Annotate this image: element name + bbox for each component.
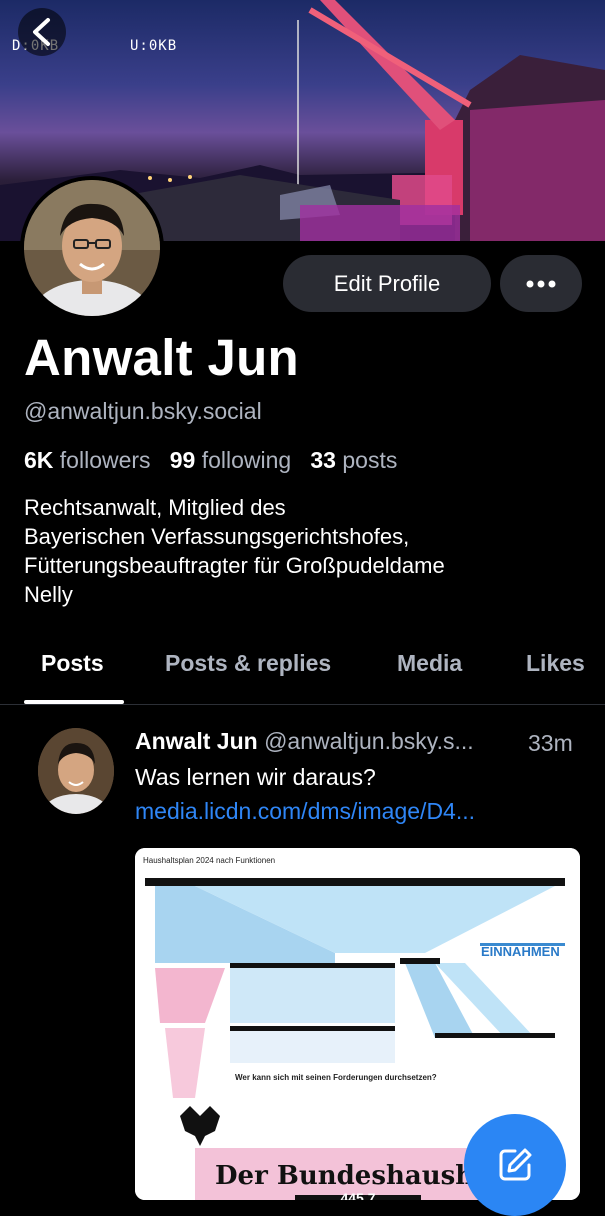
- bio-line: Fütterungsbeauftragter für Großpudeldame: [24, 553, 445, 578]
- embed-title: Der Bundeshausha: [215, 1161, 492, 1191]
- bio-line: Nelly: [24, 582, 73, 607]
- post-author-avatar[interactable]: [38, 728, 114, 814]
- post-author-handle: @anwaltjun.bsky.s...: [264, 728, 474, 754]
- post-author-line[interactable]: Anwalt Jun @anwaltjun.bsky.s...: [135, 728, 474, 755]
- compose-button[interactable]: [464, 1114, 566, 1216]
- profile-stats: 6K followers 99 following 33 posts: [24, 447, 397, 474]
- chevron-left-icon: [33, 18, 50, 46]
- following-link[interactable]: 99 following: [170, 447, 291, 473]
- embed-heading: EINNAHMEN: [481, 944, 560, 959]
- tab-likes[interactable]: Likes: [526, 650, 585, 677]
- bio-line: Rechtsanwalt, Mitglied des: [24, 495, 286, 520]
- profile-bio: Rechtsanwalt, Mitglied des Bayerischen V…: [24, 493, 584, 609]
- post-author-name: Anwalt Jun: [135, 728, 258, 754]
- edit-profile-button[interactable]: Edit Profile: [283, 255, 491, 312]
- profile-avatar[interactable]: [20, 176, 164, 320]
- avatar-photo: [38, 728, 114, 814]
- followers-label: followers: [59, 447, 151, 473]
- followers-link[interactable]: 6K followers: [24, 447, 151, 473]
- posts-count: 33: [310, 447, 336, 473]
- embed-subtitle: Wer kann sich mit seinen Forderungen dur…: [235, 1073, 437, 1082]
- post-link[interactable]: media.licdn.com/dms/image/D4...: [135, 798, 475, 825]
- avatar-photo: [24, 180, 160, 316]
- active-tab-indicator: [24, 700, 124, 704]
- post-text: Was lernen wir daraus?: [135, 764, 376, 790]
- following-count: 99: [169, 447, 196, 473]
- tab-posts[interactable]: Posts: [41, 650, 104, 677]
- embed-total: 445,7: [295, 1190, 421, 1200]
- posts-stat: 33 posts: [310, 447, 397, 473]
- back-button[interactable]: [18, 8, 66, 56]
- compose-icon: [499, 1148, 532, 1181]
- upload-speed: U:0KB: [130, 38, 178, 54]
- profile-tabs: Posts Posts & replies Media Likes: [0, 640, 605, 705]
- ellipsis-icon: [526, 280, 556, 287]
- tab-media[interactable]: Media: [397, 650, 462, 677]
- tab-posts-and-replies[interactable]: Posts & replies: [165, 650, 331, 677]
- bio-line: Bayerischen Verfassungsgerichtshofes,: [24, 524, 410, 549]
- display-name: Anwalt Jun: [24, 329, 300, 386]
- posts-label: posts: [342, 447, 398, 473]
- embed-caption: Haushaltsplan 2024 nach Funktionen: [143, 856, 276, 865]
- followers-count: 6K: [24, 447, 54, 473]
- more-options-button[interactable]: [500, 255, 582, 312]
- profile-handle: @anwaltjun.bsky.social: [24, 398, 262, 424]
- post-timestamp[interactable]: 33m: [528, 730, 573, 757]
- following-label: following: [201, 447, 292, 473]
